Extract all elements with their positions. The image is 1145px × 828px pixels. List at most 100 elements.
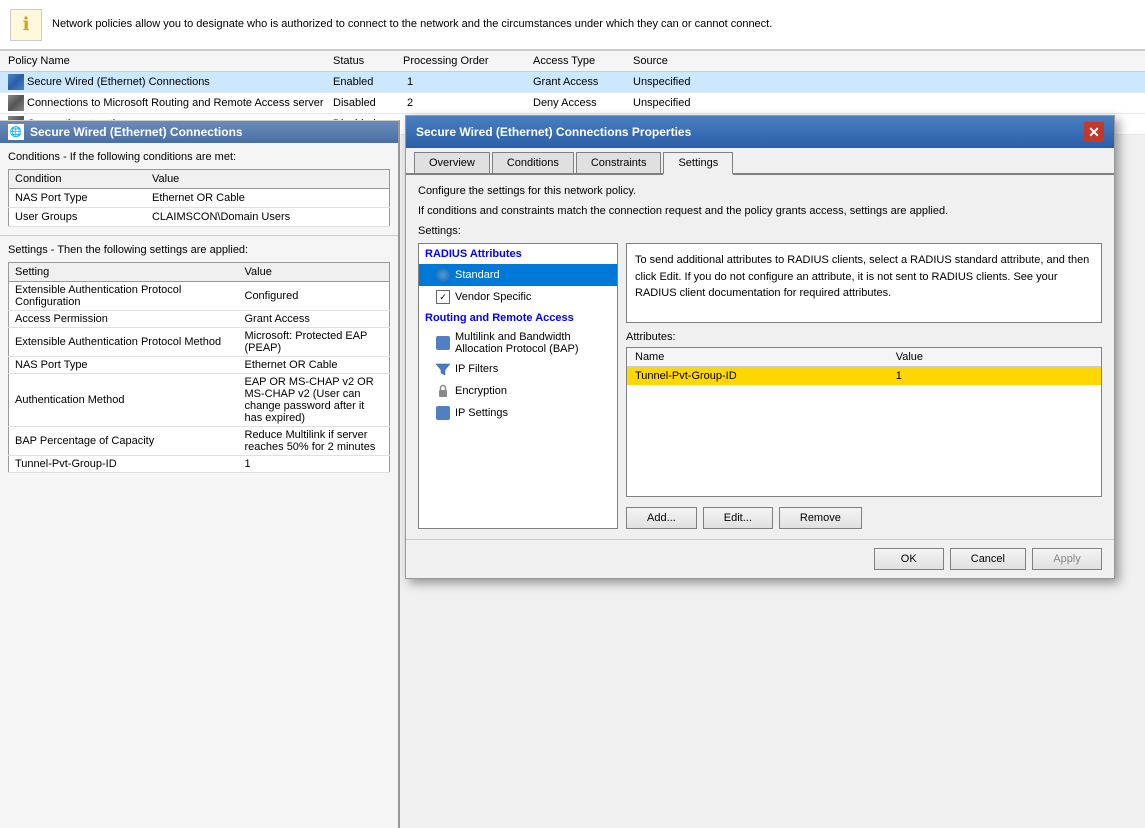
attr-col-name: Name xyxy=(627,348,888,367)
settings-col-setting: Setting xyxy=(9,263,239,282)
settings-row-5-value: Reduce Multilink if server reaches 50% f… xyxy=(239,427,390,456)
lock-icon xyxy=(435,383,451,399)
col-header-status: Status xyxy=(333,55,403,67)
settings-row-2-value: Microsoft: Protected EAP (PEAP) xyxy=(239,328,390,357)
info-icon: ℹ xyxy=(10,9,42,41)
tree-item-standard-label: Standard xyxy=(455,269,500,281)
tree-item-ip-filters-label: IP Filters xyxy=(455,363,498,375)
multilink-icon xyxy=(435,335,451,351)
policy-access-0: Grant Access xyxy=(533,76,633,88)
cond-row-0-value: Ethernet OR Cable xyxy=(146,189,390,208)
settings-row-5-setting: BAP Percentage of Capacity xyxy=(9,427,239,456)
policy-name-1: Connections to Microsoft Routing and Rem… xyxy=(27,97,324,109)
info-icon-wrapper: ℹ xyxy=(10,9,42,41)
cond-row-1-condition: User Groups xyxy=(9,208,146,227)
ok-button[interactable]: OK xyxy=(874,548,944,570)
tree-item-multilink-label: Multilink and Bandwidth Allocation Proto… xyxy=(455,331,611,355)
table-row: NAS Port TypeEthernet OR Cable xyxy=(9,357,390,374)
settings-body: RADIUS Attributes Standard ✓ Vendor Spec… xyxy=(418,243,1102,529)
attributes-table: Name Value Tunnel-Pvt-Group-ID 1 xyxy=(627,348,1101,385)
tab-constraints[interactable]: Constraints xyxy=(576,152,662,173)
tree-item-encryption-label: Encryption xyxy=(455,385,507,397)
configure-text-1: Configure the settings for this network … xyxy=(418,185,1102,197)
attributes-panel: To send additional attributes to RADIUS … xyxy=(626,243,1102,529)
tree-item-vendor-label: Vendor Specific xyxy=(455,291,531,303)
settings-row-1-setting: Access Permission xyxy=(9,311,239,328)
attributes-table-container[interactable]: Name Value Tunnel-Pvt-Group-ID 1 xyxy=(626,347,1102,497)
add-button[interactable]: Add... xyxy=(626,507,697,529)
modal-title: Secure Wired (Ethernet) Connections Prop… xyxy=(416,125,691,139)
routing-section-header[interactable]: Routing and Remote Access xyxy=(419,308,617,328)
settings-row-6-setting: Tunnel-Pvt-Group-ID xyxy=(9,456,239,473)
col-header-order: Processing Order xyxy=(403,55,533,67)
tree-item-vendor-specific[interactable]: ✓ Vendor Specific xyxy=(419,286,617,308)
settings-row-1-value: Grant Access xyxy=(239,311,390,328)
check-icon: ✓ xyxy=(435,289,451,305)
ip-settings-icon xyxy=(435,405,451,421)
tab-overview[interactable]: Overview xyxy=(414,152,490,173)
cancel-button[interactable]: Cancel xyxy=(950,548,1026,570)
left-panel-title: 🌐 Secure Wired (Ethernet) Connections xyxy=(0,121,398,143)
settings-row-2-setting: Extensible Authentication Protocol Metho… xyxy=(9,328,239,357)
edit-button[interactable]: Edit... xyxy=(703,507,773,529)
close-button[interactable]: ✕ xyxy=(1084,122,1104,142)
left-panel: 🌐 Secure Wired (Ethernet) Connections Co… xyxy=(0,120,400,828)
settings-section: Settings - Then the following settings a… xyxy=(0,235,398,481)
settings-row-3-value: Ethernet OR Cable xyxy=(239,357,390,374)
settings-row-3-setting: NAS Port Type xyxy=(9,357,239,374)
attr-col-value: Value xyxy=(888,348,1101,367)
settings-table: Setting Value Extensible Authentication … xyxy=(8,262,390,473)
tree-panel: RADIUS Attributes Standard ✓ Vendor Spec… xyxy=(418,243,618,529)
cond-row-1-value: CLAIMSCON\Domain Users xyxy=(146,208,390,227)
table-row[interactable]: Connections to Microsoft Routing and Rem… xyxy=(0,93,1145,114)
apply-button[interactable]: Apply xyxy=(1032,548,1102,570)
policy-status-1: Disabled xyxy=(333,97,403,109)
left-panel-icon: 🌐 xyxy=(8,124,24,140)
cond-col-condition: Condition xyxy=(9,170,146,189)
table-row: Tunnel-Pvt-Group-ID1 xyxy=(9,456,390,473)
table-row: NAS Port Type Ethernet OR Cable xyxy=(9,189,390,208)
footer-buttons: OK Cancel Apply xyxy=(406,539,1114,578)
cond-col-value: Value xyxy=(146,170,390,189)
tree-item-multilink[interactable]: Multilink and Bandwidth Allocation Proto… xyxy=(419,328,617,358)
settings-row-0-value: Configured xyxy=(239,282,390,311)
conditions-label: Conditions - If the following conditions… xyxy=(8,151,390,163)
tree-item-encryption[interactable]: Encryption xyxy=(419,380,617,402)
attributes-label: Attributes: xyxy=(626,331,1102,343)
table-row[interactable]: Tunnel-Pvt-Group-ID 1 xyxy=(627,367,1101,386)
radius-section-header[interactable]: RADIUS Attributes xyxy=(419,244,617,264)
tree-item-ip-settings[interactable]: IP Settings xyxy=(419,402,617,424)
policy-access-1: Deny Access xyxy=(533,97,633,109)
tab-conditions[interactable]: Conditions xyxy=(492,152,574,173)
col-header-name: Policy Name xyxy=(8,55,333,67)
table-row[interactable]: Secure Wired (Ethernet) Connections Enab… xyxy=(0,72,1145,93)
tab-settings[interactable]: Settings xyxy=(663,152,733,175)
cond-row-0-condition: NAS Port Type xyxy=(9,189,146,208)
info-bar: ℹ Network policies allow you to designat… xyxy=(0,0,1145,50)
settings-row-6-value: 1 xyxy=(239,456,390,473)
attributes-description: To send additional attributes to RADIUS … xyxy=(626,243,1102,323)
policy-status-0: Enabled xyxy=(333,76,403,88)
table-row: Access PermissionGrant Access xyxy=(9,311,390,328)
conditions-section: Conditions - If the following conditions… xyxy=(0,143,398,235)
globe-icon xyxy=(435,267,451,283)
conditions-table: Condition Value NAS Port Type Ethernet O… xyxy=(8,169,390,227)
tree-item-ip-filters[interactable]: IP Filters xyxy=(419,358,617,380)
info-text: Network policies allow you to designate … xyxy=(52,17,772,32)
main-container: ℹ Network policies allow you to designat… xyxy=(0,0,1145,828)
settings-row-4-value: EAP OR MS-CHAP v2 OR MS-CHAP v2 (User ca… xyxy=(239,374,390,427)
attr-row-0-name: Tunnel-Pvt-Group-ID xyxy=(627,367,888,386)
col-header-access: Access Type xyxy=(533,55,633,67)
settings-section-label: Settings - Then the following settings a… xyxy=(8,244,390,256)
remove-button[interactable]: Remove xyxy=(779,507,862,529)
policy-list-header: Policy Name Status Processing Order Acce… xyxy=(0,50,1145,72)
tree-item-standard[interactable]: Standard xyxy=(419,264,617,286)
attribute-buttons: Add... Edit... Remove xyxy=(626,507,1102,529)
table-row: Extensible Authentication Protocol Confi… xyxy=(9,282,390,311)
table-row: Authentication MethodEAP OR MS-CHAP v2 O… xyxy=(9,374,390,427)
attr-row-0-value: 1 xyxy=(888,367,1101,386)
settings-row-4-setting: Authentication Method xyxy=(9,374,239,427)
modal-dialog: Secure Wired (Ethernet) Connections Prop… xyxy=(405,115,1115,579)
policy-name-0: Secure Wired (Ethernet) Connections xyxy=(27,76,210,88)
filter-icon xyxy=(435,361,451,377)
